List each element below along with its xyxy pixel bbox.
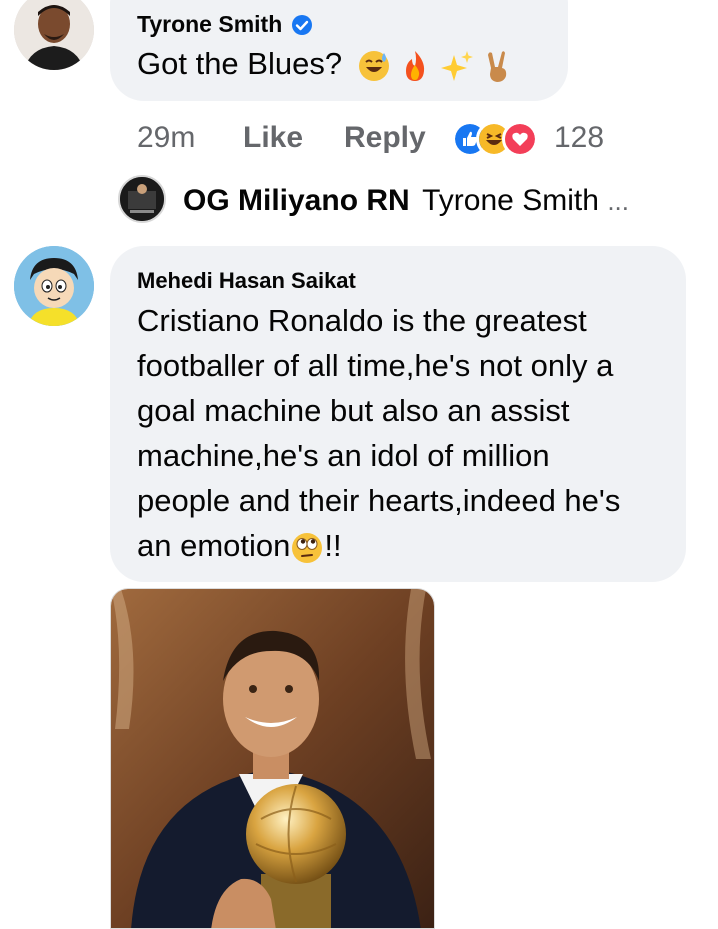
reply-ellipsis: ... bbox=[607, 186, 629, 216]
grinning-sweat-emoji-icon bbox=[358, 50, 389, 81]
love-reaction-icon bbox=[502, 121, 538, 157]
comment-line: Cristiano Ronaldo is the greatest bbox=[137, 303, 587, 338]
reactions-summary[interactable]: 128 bbox=[452, 121, 612, 157]
verified-badge-icon bbox=[291, 15, 312, 35]
comment-text-mehedi: Cristiano Ronaldo is the greatest footba… bbox=[137, 298, 677, 568]
reply-text: Tyrone Smith bbox=[422, 184, 599, 217]
comment-attachment-photo[interactable] bbox=[110, 588, 435, 929]
fire-emoji-icon bbox=[406, 50, 425, 81]
mehedi-avatar[interactable] bbox=[14, 246, 94, 326]
reply-button[interactable]: Reply bbox=[344, 118, 426, 158]
reply-preview[interactable]: OG Miliyano RN Tyrone Smith ... bbox=[183, 180, 629, 222]
reply-author-name: OG Miliyano RN bbox=[183, 184, 410, 217]
tyrone-avatar[interactable] bbox=[14, 0, 94, 70]
trophy-photo-image bbox=[111, 589, 434, 928]
comment-line: footballer of all time,he's not only a bbox=[137, 348, 614, 383]
comment-text: Got the Blues? bbox=[137, 41, 513, 86]
comment-line: goal machine but also an assist bbox=[137, 393, 570, 428]
comment-line-last: an emotion !! bbox=[137, 528, 342, 563]
comment-line: machine,he's an idol of million bbox=[137, 438, 550, 473]
victory-hand-emoji-icon bbox=[487, 51, 506, 82]
cartoon-character-icon bbox=[14, 246, 94, 326]
comment-author-name[interactable]: Tyrone Smith bbox=[137, 11, 313, 38]
sparkles-emoji-icon bbox=[440, 50, 473, 81]
like-button[interactable]: Like bbox=[243, 118, 303, 158]
profile-picture-icon bbox=[120, 177, 164, 221]
og-miliyano-avatar[interactable] bbox=[118, 175, 166, 223]
comment-line: people and their hearts,indeed he's bbox=[137, 483, 621, 518]
reaction-count: 128 bbox=[554, 121, 605, 154]
comment-author-name-mehedi[interactable]: Mehedi Hasan Saikat bbox=[137, 268, 356, 294]
comment-timestamp: 29m bbox=[137, 121, 196, 154]
person-photo-icon bbox=[14, 0, 94, 70]
rolling-eyes-emoji-icon bbox=[292, 532, 323, 563]
